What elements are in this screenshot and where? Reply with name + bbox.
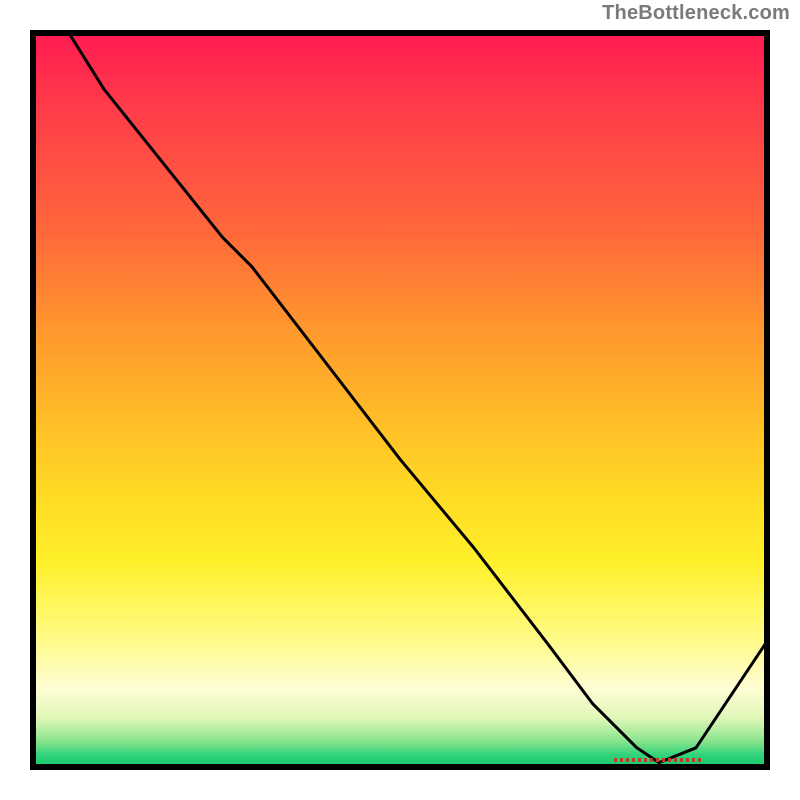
bottleneck-curve xyxy=(30,30,770,770)
chart-area xyxy=(30,30,770,770)
watermark-text: TheBottleneck.com xyxy=(602,2,790,25)
